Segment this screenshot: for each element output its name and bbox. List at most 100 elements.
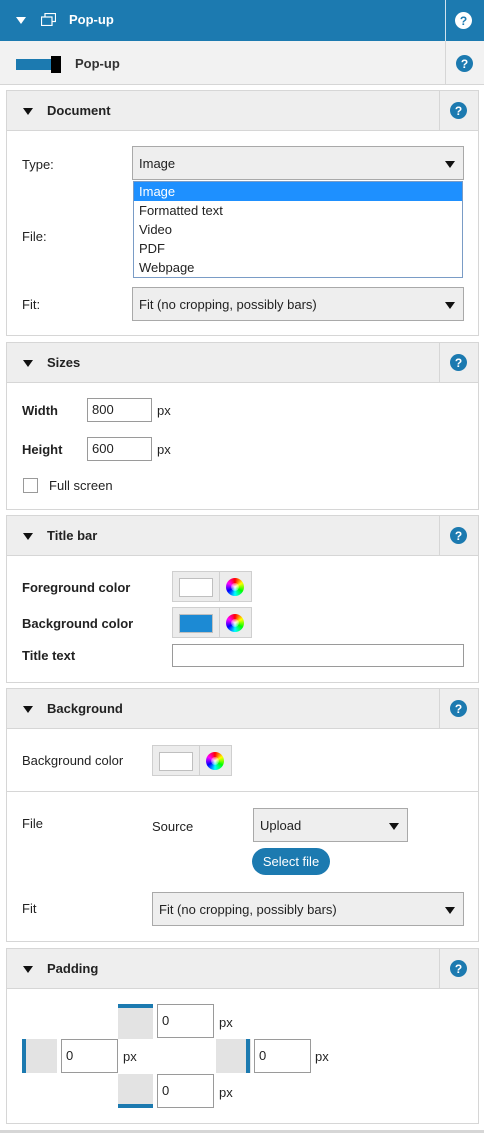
background-color-swatch[interactable] xyxy=(179,614,213,633)
type-option-image[interactable]: Image xyxy=(134,182,462,201)
background-panel-title: Background xyxy=(47,701,123,716)
padding-right-unit: px xyxy=(315,1049,329,1064)
sizes-panel-title: Sizes xyxy=(47,355,81,370)
padding-right-input[interactable]: 0 xyxy=(254,1039,311,1073)
type-label: Type: xyxy=(22,157,54,172)
panel-divider xyxy=(439,949,440,988)
document-panel-header[interactable]: Document ? xyxy=(7,91,478,131)
sizes-help-icon[interactable]: ? xyxy=(450,354,467,371)
titlebar-help-icon[interactable]: ? xyxy=(450,527,467,544)
picker-divider xyxy=(219,572,220,601)
background-panel-header[interactable]: Background ? xyxy=(7,689,478,729)
bg-fit-select[interactable]: Fit (no cropping, possibly bars) xyxy=(152,892,464,926)
type-option-video[interactable]: Video xyxy=(134,220,462,239)
background-color-label: Background color xyxy=(22,616,134,631)
chevron-down-icon xyxy=(389,823,399,830)
padding-left-bar xyxy=(22,1039,26,1073)
foreground-color-swatch[interactable] xyxy=(179,578,213,597)
type-option-pdf[interactable]: PDF xyxy=(134,239,462,258)
type-dropdown-list[interactable]: Image Formatted text Video PDF Webpage xyxy=(133,181,463,278)
chevron-down-icon xyxy=(445,161,455,168)
padding-top-unit: px xyxy=(219,1015,233,1030)
padding-panel: Padding ? 0 px 0 px 0 px 0 px xyxy=(6,948,479,1124)
bg-fit-label: Fit xyxy=(22,901,37,916)
type-option-webpage[interactable]: Webpage xyxy=(134,258,462,277)
source-select-value: Upload xyxy=(260,818,302,833)
bg-fit-select-value: Fit (no cropping, possibly bars) xyxy=(159,902,337,917)
padding-top-input[interactable]: 0 xyxy=(157,1004,214,1038)
picker-divider xyxy=(199,746,200,775)
chevron-down-icon xyxy=(445,302,455,309)
file-label: File: xyxy=(22,229,47,244)
background-color-picker[interactable] xyxy=(172,607,252,638)
width-unit: px xyxy=(157,403,171,418)
fit-select[interactable]: Fit (no cropping, possibly bars) xyxy=(132,287,464,321)
type-option-formatted-text[interactable]: Formatted text xyxy=(134,201,462,220)
popup-toggle-label: Pop-up xyxy=(75,56,120,71)
padding-top-bar xyxy=(118,1004,153,1008)
bg-file-label: File xyxy=(22,816,43,831)
bg-color-label: Background color xyxy=(22,753,124,768)
color-wheel-icon[interactable] xyxy=(206,752,224,770)
fullscreen-checkbox[interactable] xyxy=(23,478,38,493)
picker-divider xyxy=(219,608,220,637)
padding-right-bar xyxy=(246,1039,250,1073)
width-input[interactable]: 800 xyxy=(87,398,152,422)
popup-enable-row: Pop-up ? xyxy=(0,41,484,85)
toggle-knob[interactable] xyxy=(51,56,61,73)
foreground-color-label: Foreground color xyxy=(22,580,131,595)
padding-bottom-indicator xyxy=(118,1074,153,1108)
collapse-chevron-icon[interactable] xyxy=(16,17,26,24)
panel-divider xyxy=(439,343,440,382)
title-text-label: Title text xyxy=(22,648,76,663)
padding-left-unit: px xyxy=(123,1049,137,1064)
color-wheel-icon[interactable] xyxy=(226,578,244,596)
header-divider xyxy=(445,0,446,41)
type-select[interactable]: Image xyxy=(132,146,464,180)
document-panel: Document ? Type: Image File: Image Forma… xyxy=(6,90,479,336)
padding-left-indicator xyxy=(22,1039,57,1073)
fit-select-value: Fit (no cropping, possibly bars) xyxy=(139,297,317,312)
background-panel: Background ? Background color File Sourc… xyxy=(6,688,479,942)
padding-help-icon[interactable]: ? xyxy=(450,960,467,977)
subheader-help-icon[interactable]: ? xyxy=(456,55,473,72)
select-file-button[interactable]: Select file xyxy=(252,848,330,875)
bg-color-picker[interactable] xyxy=(152,745,232,776)
source-select[interactable]: Upload xyxy=(253,808,408,842)
titlebar-panel-title: Title bar xyxy=(47,528,98,543)
background-help-icon[interactable]: ? xyxy=(450,700,467,717)
chevron-down-icon xyxy=(445,907,455,914)
width-label: Width xyxy=(22,403,58,418)
collapse-chevron-icon[interactable] xyxy=(23,533,33,540)
fit-label: Fit: xyxy=(22,297,41,312)
sizes-panel: Sizes ? Width 800 px Height 600 px Full … xyxy=(6,342,479,510)
padding-top-indicator xyxy=(118,1005,153,1039)
titlebar-panel-header[interactable]: Title bar ? xyxy=(7,516,478,556)
collapse-chevron-icon[interactable] xyxy=(23,706,33,713)
bg-color-swatch[interactable] xyxy=(159,752,193,771)
popup-header[interactable]: Pop-up ? xyxy=(0,0,484,41)
popup-toggle-switch[interactable] xyxy=(16,56,61,73)
subheader-divider xyxy=(445,41,446,85)
padding-bottom-input[interactable]: 0 xyxy=(157,1074,214,1108)
panel-divider xyxy=(439,516,440,555)
header-help-icon[interactable]: ? xyxy=(455,12,472,29)
color-wheel-icon[interactable] xyxy=(226,614,244,632)
height-input[interactable]: 600 xyxy=(87,437,152,461)
padding-panel-title: Padding xyxy=(47,961,99,976)
padding-bottom-bar xyxy=(118,1104,153,1108)
document-help-icon[interactable]: ? xyxy=(450,102,467,119)
collapse-chevron-icon[interactable] xyxy=(23,360,33,367)
height-unit: px xyxy=(157,442,171,457)
sizes-panel-header[interactable]: Sizes ? xyxy=(7,343,478,383)
document-panel-title: Document xyxy=(47,103,111,118)
padding-left-input[interactable]: 0 xyxy=(61,1039,118,1073)
foreground-color-picker[interactable] xyxy=(172,571,252,602)
collapse-chevron-icon[interactable] xyxy=(23,108,33,115)
padding-panel-header[interactable]: Padding ? xyxy=(7,949,478,989)
header-title: Pop-up xyxy=(69,12,114,27)
toggle-track xyxy=(16,59,52,70)
title-text-input[interactable] xyxy=(172,644,464,667)
collapse-chevron-icon[interactable] xyxy=(23,966,33,973)
fullscreen-label: Full screen xyxy=(49,478,113,493)
